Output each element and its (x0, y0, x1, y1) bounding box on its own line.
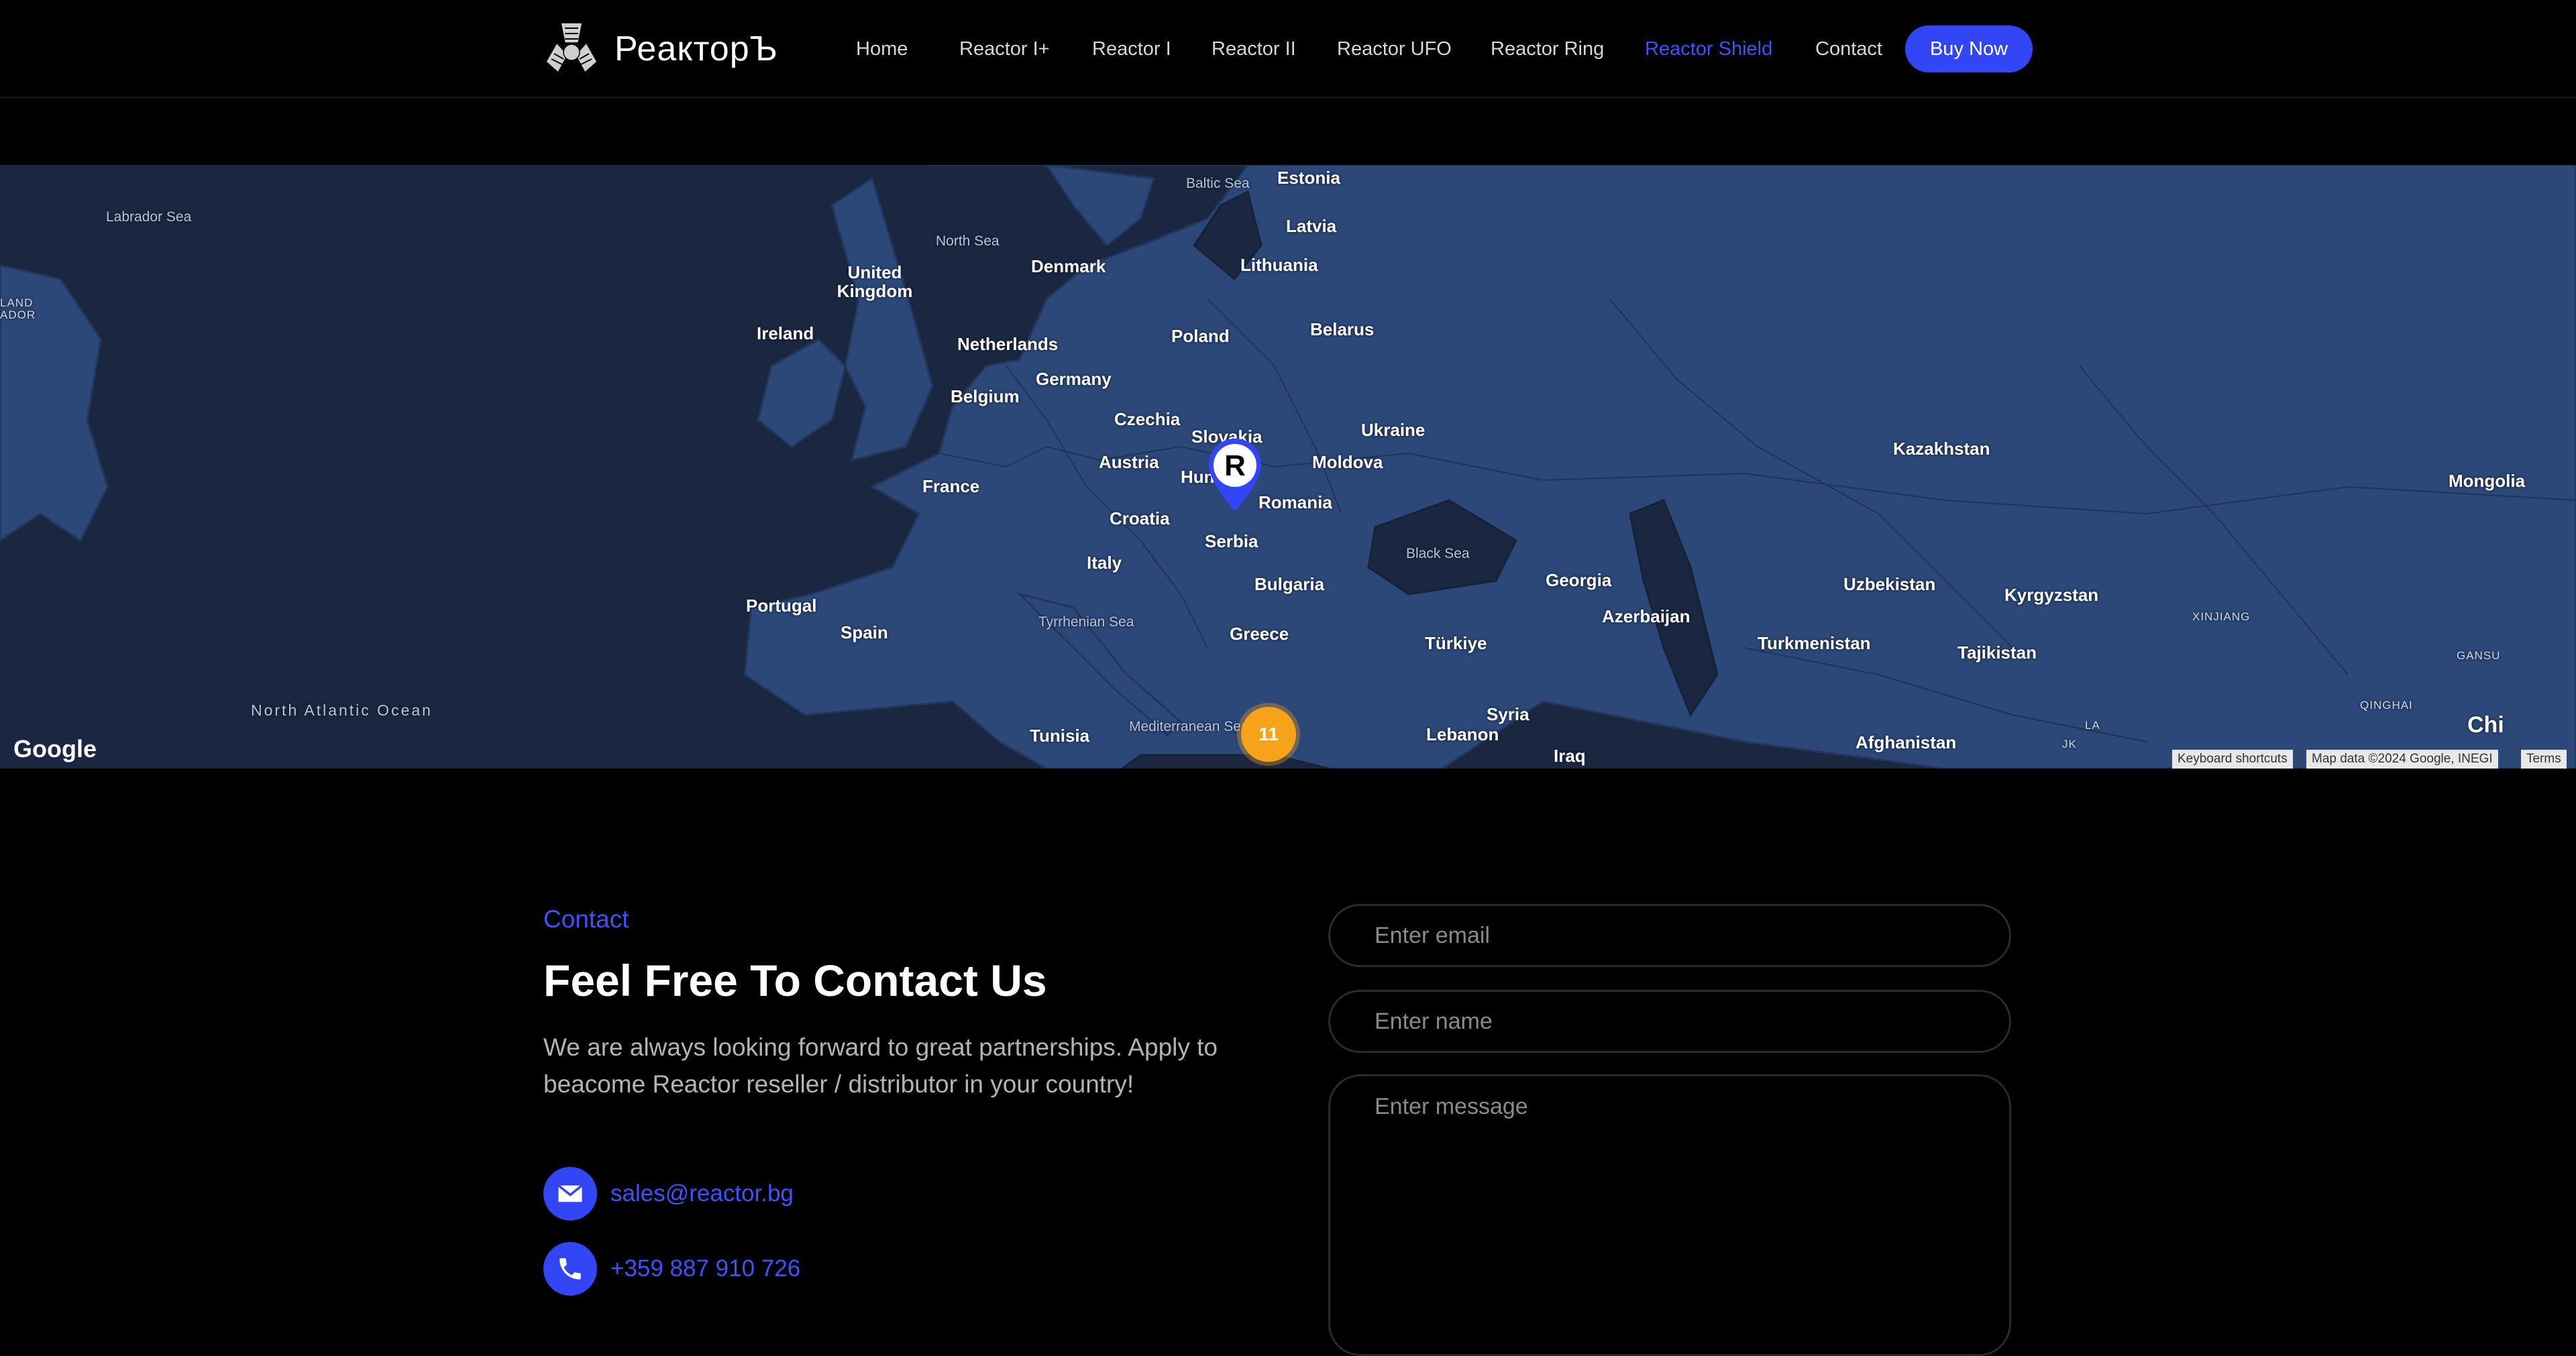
map-country-label: Belarus (1310, 319, 1375, 339)
map-country-label: Croatia (1110, 508, 1170, 528)
nav-reactor-i-plus[interactable]: Reactor I+ (959, 25, 1050, 72)
map-region-label: LAND (0, 296, 34, 309)
map-country-label: Ukraine (1361, 420, 1426, 440)
map-region-label: XINJIANG (2192, 610, 2251, 623)
nav-reactor-ii[interactable]: Reactor II (1212, 25, 1296, 72)
nav-home[interactable]: Home (856, 25, 908, 72)
map-country-label: Chi (2467, 712, 2504, 738)
email-field[interactable] (1328, 904, 2011, 967)
map-ocean-label: North Atlantic Ocean (251, 701, 431, 719)
brand-logo[interactable]: РеакторЪ (541, 20, 778, 78)
map-cluster-marker[interactable]: 11 (1241, 707, 1296, 762)
map-country-label: Bulgaria (1254, 574, 1325, 594)
phone-icon (543, 1242, 597, 1296)
map-country-label: Turkmenistan (1758, 633, 1871, 653)
map-country-label: Poland (1171, 326, 1230, 346)
map-sea-label: Labrador Sea (106, 209, 192, 225)
map-country-label: Lebanon (1426, 724, 1499, 744)
map-sea-label: Baltic Sea (1186, 176, 1250, 191)
buy-now-button[interactable]: Buy Now (1905, 25, 2033, 72)
map-region-label: JK (2062, 738, 2077, 750)
map-country-label: Czechia (1114, 409, 1181, 429)
map-region-label: ADOR (0, 308, 36, 321)
map-sea-label: Black Sea (1406, 546, 1470, 561)
map-country-label: Germany (1036, 369, 1112, 389)
map-country-label: Austria (1099, 452, 1159, 472)
map-region-label: QINGHAI (2360, 699, 2413, 712)
map-country-label: Belgium (951, 386, 1020, 406)
site-header: РеакторЪ Home Reactor I+ Reactor I React… (0, 0, 2576, 98)
map-country-label: Romania (1258, 492, 1332, 512)
map-sea-label: Mediterranean Sea (1129, 719, 1249, 734)
contact-phone-row[interactable]: +359 887 910 726 (543, 1242, 800, 1296)
nav-reactor-shield[interactable]: Reactor Shield (1645, 25, 1772, 72)
map-country-label: Afghanistan (1856, 732, 1957, 752)
marker-letter: R (1224, 449, 1246, 482)
map-country-label: Latvia (1286, 216, 1337, 236)
map-country-label: Tajikistan (1957, 642, 2037, 663)
map-country-label: Lithuania (1240, 255, 1318, 275)
map-country-label: Azerbaijan (1602, 606, 1690, 626)
map-country-label: Iraq (1554, 746, 1586, 766)
map-country-label: Serbia (1205, 531, 1258, 551)
map-country-label: United Kingdom (837, 262, 913, 301)
map-country-label: Syria (1487, 704, 1529, 724)
map-country-label: Türkiye (1425, 633, 1487, 653)
contact-phone-link[interactable]: +359 887 910 726 (610, 1255, 800, 1282)
contact-title: Feel Free To Contact Us (543, 956, 1047, 1005)
reactor-logo-icon (545, 22, 598, 74)
brand-name: РеакторЪ (614, 30, 778, 68)
nav-contact[interactable]: Contact (1815, 25, 1882, 72)
name-field[interactable] (1328, 990, 2011, 1053)
map-country-label: Kyrgyzstan (2004, 585, 2099, 605)
map-country-label: Kazakhstan (1893, 439, 1990, 459)
nav-reactor-ufo[interactable]: Reactor UFO (1337, 25, 1452, 72)
mail-icon (543, 1167, 597, 1221)
map-region-label: LA (2085, 719, 2100, 732)
map-sea-label: Tyrrhenian Sea (1038, 614, 1134, 630)
map-country-label: Uzbekistan (1843, 574, 1936, 594)
contact-email-row[interactable]: sales@reactor.bg (543, 1167, 794, 1221)
nav-reactor-ring[interactable]: Reactor Ring (1491, 25, 1604, 72)
message-field[interactable] (1328, 1074, 2011, 1356)
map-country-label: Greece (1230, 624, 1289, 644)
map-data-attribution: Map data ©2024 Google, INEGI (2306, 750, 2498, 769)
map-country-label: Georgia (1546, 570, 1612, 590)
nav-reactor-i[interactable]: Reactor I (1092, 25, 1171, 72)
map-country-label: Denmark (1031, 256, 1106, 276)
map-country-label: Netherlands (957, 334, 1059, 354)
map-country-label: Moldova (1312, 452, 1383, 472)
map-country-label: Italy (1087, 553, 1122, 573)
map-sea-label: North Sea (936, 233, 1000, 249)
map-terms-link[interactable]: Terms (2521, 750, 2567, 769)
reactor-map-marker-icon[interactable]: R (1205, 436, 1265, 516)
map-country-label: Portugal (746, 596, 817, 616)
map-region-label: GANSU (2457, 649, 2501, 662)
map-keyboard-shortcuts-link[interactable]: Keyboard shortcuts (2172, 750, 2293, 769)
google-logo[interactable]: Google (13, 735, 97, 763)
map-country-label: Spain (841, 622, 888, 642)
contact-section-tag: Contact (543, 905, 629, 933)
dealer-map[interactable]: Baltic Sea North Sea Labrador Sea Black … (0, 165, 2576, 769)
map-country-label: Mongolia (2449, 471, 2526, 491)
map-country-label: Estonia (1277, 168, 1340, 188)
contact-email-link[interactable]: sales@reactor.bg (610, 1180, 794, 1207)
map-country-label: France (922, 476, 980, 496)
map-country-label: Ireland (757, 323, 814, 343)
contact-description: We are always looking forward to great p… (543, 1033, 1218, 1098)
map-country-label: Tunisia (1030, 726, 1090, 746)
